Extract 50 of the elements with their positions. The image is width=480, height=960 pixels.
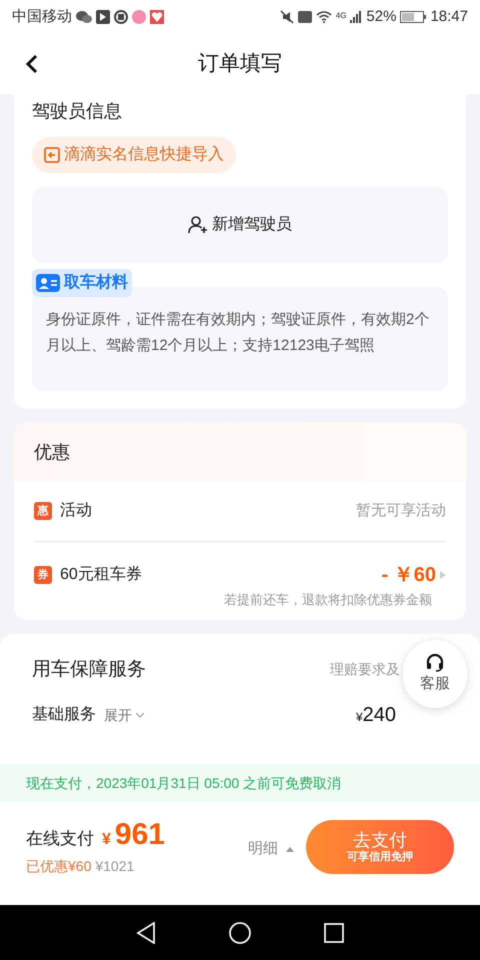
total-amount: 961 [114,820,165,850]
chevron-down-icon [136,712,144,718]
app-icon [114,10,128,24]
back-icon[interactable] [136,922,156,944]
home-icon[interactable] [228,922,251,944]
page-title: 订单填写 [198,51,282,78]
clock-time: 18:47 [430,6,468,27]
cancellation-notice: 现在支付，2023年01月31日 05:00 之前可免费取消 [0,764,480,802]
discount-status: 暂无可享活动 [356,500,446,521]
pay-button[interactable]: 去支付 可享信用免押 [306,820,454,874]
discount-amount: - ￥60 [382,563,436,588]
app-icon [96,10,110,24]
discount-badge: 券 [34,566,52,584]
mute-icon [280,10,294,24]
currency-symbol: ¥ [102,830,111,850]
service-label: 基础服务 [32,704,96,725]
discount-label: 活动 [60,501,92,521]
caret-up-icon [286,846,294,852]
app-icon [132,10,146,24]
discount-badge: 惠 [34,502,52,520]
battery-percent: 52% [366,6,396,27]
materials-tag: 取车材料 [32,269,132,297]
add-driver-button[interactable]: 新增驾驶员 [32,187,448,263]
back-icon [25,54,39,74]
coupon-note: 若提前还车，退款将扣除优惠券金额 [224,591,432,609]
import-button[interactable]: 滴滴实名信息快捷导入 [32,137,236,173]
add-person-icon [188,216,208,234]
section-title: 用车保障服务 [32,658,146,682]
expand-button[interactable]: 展开 [104,704,144,726]
headset-icon [425,652,445,673]
caret-icon [440,571,446,579]
import-icon [44,147,60,163]
section-title: 驾驶员信息 [32,100,123,123]
payment-label: 在线支付 [26,828,94,850]
original-price: ¥1021 [95,857,134,876]
section-title: 优惠 [34,440,70,464]
service-price: ¥240 [356,703,396,728]
chat-icon [76,10,92,24]
battery-icon [400,11,426,23]
details-button[interactable]: 明细 [248,838,294,860]
discount-label: 60元租车券 [60,564,142,585]
app-icon [150,10,164,24]
carrier-name: 中国移动 [12,6,72,27]
signal-icon [350,11,362,23]
id-card-icon [36,274,60,292]
saved-amount: 已优惠¥60 [26,857,92,876]
network-type: 4G [336,10,346,22]
claims-link[interactable]: 理赔要求及 [330,659,400,680]
recents-icon[interactable] [324,922,344,942]
wifi-icon [316,11,332,23]
